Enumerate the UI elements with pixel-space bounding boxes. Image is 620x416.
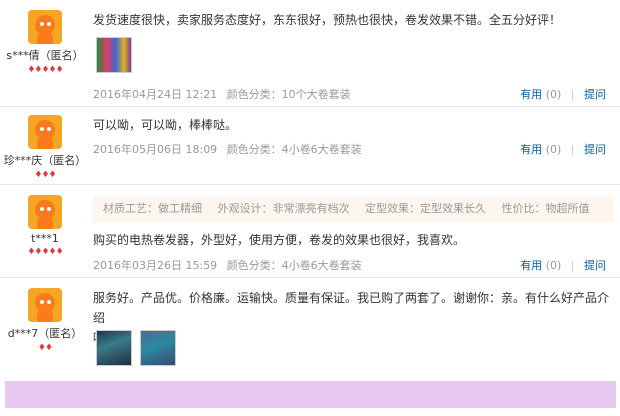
- reviewer-name: t***1: [31, 232, 59, 245]
- member-level-icon: ♦♦♦: [34, 170, 56, 180]
- reviewer-name: d***7（匿名）: [7, 327, 83, 340]
- review-item: t***1 ♦♦♦♦♦ 材质工艺：做工精细 外观设计：非常漂亮有档次 定型效果：…: [0, 185, 620, 278]
- review-photo-thumbnail[interactable]: [140, 330, 176, 366]
- avatar[interactable]: [28, 288, 62, 322]
- review-date: 2016年05月06日 18:09: [93, 143, 218, 156]
- avatar[interactable]: [28, 115, 62, 149]
- ask-question-button[interactable]: 提问: [584, 88, 606, 101]
- review-actions: 有用 (0) | 提问: [520, 259, 606, 272]
- ask-question-button[interactable]: 提问: [584, 143, 606, 156]
- useful-count: (0): [545, 88, 562, 101]
- reviewer-info: d***7（匿名） ♦♦: [0, 288, 90, 354]
- review-tag: 性价比：物超所值: [501, 202, 590, 215]
- review-item: d***7（匿名） ♦♦ 服务好。产品优。价格廉。运输快。质量有保证。我已购了两…: [0, 278, 620, 374]
- review-text-line-1: 服务好。产品优。价格廉。运输快。质量有保证。我已购了两套了。谢谢你：亲。有什么好…: [93, 291, 610, 325]
- member-level-icon: ♦♦♦♦♦: [27, 65, 63, 75]
- footer-banner: [5, 381, 616, 408]
- useful-button[interactable]: 有用: [520, 88, 542, 101]
- avatar[interactable]: [28, 10, 62, 44]
- ask-question-button[interactable]: 提问: [584, 259, 606, 272]
- useful-button[interactable]: 有用: [520, 143, 542, 156]
- reviewer-name: s***倩（匿名）: [6, 49, 84, 62]
- review-date: 2016年04月24日 12:21: [93, 88, 218, 101]
- review-color-variant: 颜色分类：4小卷6大卷套装: [226, 259, 362, 272]
- review-tag: 定型效果：定型效果长久: [365, 202, 486, 215]
- review-date: 2016年03月26日 15:59: [93, 259, 218, 272]
- review-actions: 有用 (0) | 提问: [520, 143, 606, 156]
- review-text: 可以呦，可以呦，棒棒哒。: [93, 118, 238, 132]
- useful-count: (0): [545, 259, 562, 272]
- review-text: 发货速度很快，卖家服务态度好，东东很好，预热也很快，卷发效果不错。全五分好评！: [93, 13, 562, 27]
- review-tag: 材质工艺：做工精细: [103, 202, 202, 215]
- review-photo-thumbnail[interactable]: [96, 330, 132, 366]
- review-item: s***倩（匿名） ♦♦♦♦♦ 发货速度很快，卖家服务态度好，东东很好，预热也很…: [0, 0, 620, 107]
- review-item: 珍***庆（匿名） ♦♦♦ 可以呦，可以呦，棒棒哒。 2016年05月06日 1…: [0, 107, 620, 185]
- reviewer-info: s***倩（匿名） ♦♦♦♦♦: [0, 10, 90, 76]
- reviewer-info: 珍***庆（匿名） ♦♦♦: [0, 115, 90, 181]
- reviewer-info: t***1 ♦♦♦♦♦: [0, 195, 90, 258]
- useful-button[interactable]: 有用: [520, 259, 542, 272]
- useful-count: (0): [545, 143, 562, 156]
- review-meta: 2016年05月06日 18:09 颜色分类：4小卷6大卷套装: [93, 141, 368, 157]
- review-meta: 2016年04月24日 12:21 颜色分类：10个大卷套装: [93, 86, 357, 102]
- member-level-icon: ♦♦: [37, 343, 53, 353]
- review-color-variant: 颜色分类：10个大卷套装: [226, 88, 351, 101]
- review-color-variant: 颜色分类：4小卷6大卷套装: [226, 143, 362, 156]
- avatar[interactable]: [28, 195, 62, 229]
- reviewer-name: 珍***庆（匿名）: [3, 154, 87, 167]
- review-photo-thumbnail[interactable]: [96, 37, 132, 73]
- review-meta: 2016年03月26日 15:59 颜色分类：4小卷6大卷套装: [93, 257, 368, 273]
- member-level-icon: ♦♦♦♦♦: [27, 247, 63, 257]
- review-tags: 材质工艺：做工精细 外观设计：非常漂亮有档次 定型效果：定型效果长久 性价比：物…: [93, 196, 614, 222]
- review-actions: 有用 (0) | 提问: [520, 88, 606, 101]
- review-text: 购买的电热卷发器，外型好，使用方便，卷发的效果也很好，我喜欢。: [93, 233, 466, 247]
- review-tag: 外观设计：非常漂亮有档次: [217, 202, 350, 215]
